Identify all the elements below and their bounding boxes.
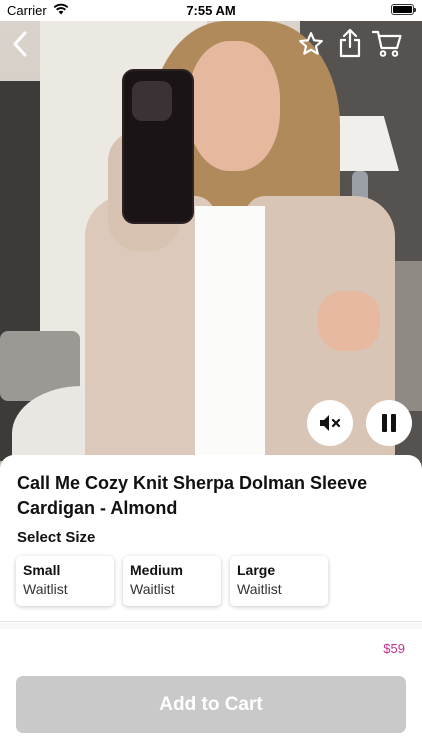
divider — [0, 621, 422, 622]
select-size-label: Select Size — [17, 529, 96, 546]
size-name: Medium — [130, 562, 183, 578]
share-icon — [339, 28, 361, 58]
status-bar: Carrier 7:55 AM — [0, 0, 422, 21]
divider-band — [0, 623, 422, 629]
battery-icon — [391, 4, 416, 15]
cart-icon — [372, 30, 402, 57]
cart-button[interactable] — [371, 29, 403, 57]
size-status: Waitlist — [237, 581, 282, 597]
mute-button[interactable] — [307, 400, 353, 446]
speaker-muted-icon — [320, 415, 341, 431]
size-option-small[interactable]: Small Waitlist — [16, 556, 114, 606]
size-option-large[interactable]: Large Waitlist — [230, 556, 328, 606]
add-to-cart-button[interactable]: Add to Cart — [16, 676, 406, 733]
white-top — [195, 206, 265, 476]
size-options: Small Waitlist Medium Waitlist Large Wai… — [16, 556, 328, 606]
star-outline-icon — [299, 32, 323, 55]
chevron-left-icon — [13, 31, 27, 57]
product-sheet: Call Me Cozy Knit Sherpa Dolman Sleeve C… — [0, 455, 422, 750]
share-button[interactable] — [337, 28, 363, 58]
model-hand — [318, 291, 380, 351]
pause-icon-bar — [391, 414, 396, 432]
product-video[interactable] — [0, 21, 422, 476]
pause-icon — [382, 414, 387, 432]
size-option-medium[interactable]: Medium Waitlist — [123, 556, 221, 606]
phone — [122, 69, 194, 224]
model-face — [188, 41, 280, 171]
size-name: Small — [23, 562, 61, 578]
size-status: Waitlist — [23, 581, 68, 597]
size-name: Large — [237, 562, 276, 578]
pause-button[interactable] — [366, 400, 412, 446]
clock: 7:55 AM — [186, 3, 236, 18]
product-price: $59 — [383, 641, 405, 656]
product-title: Call Me Cozy Knit Sherpa Dolman Sleeve C… — [17, 473, 368, 518]
back-button[interactable] — [8, 30, 32, 58]
size-status: Waitlist — [130, 581, 175, 597]
favorite-button[interactable] — [297, 30, 325, 58]
